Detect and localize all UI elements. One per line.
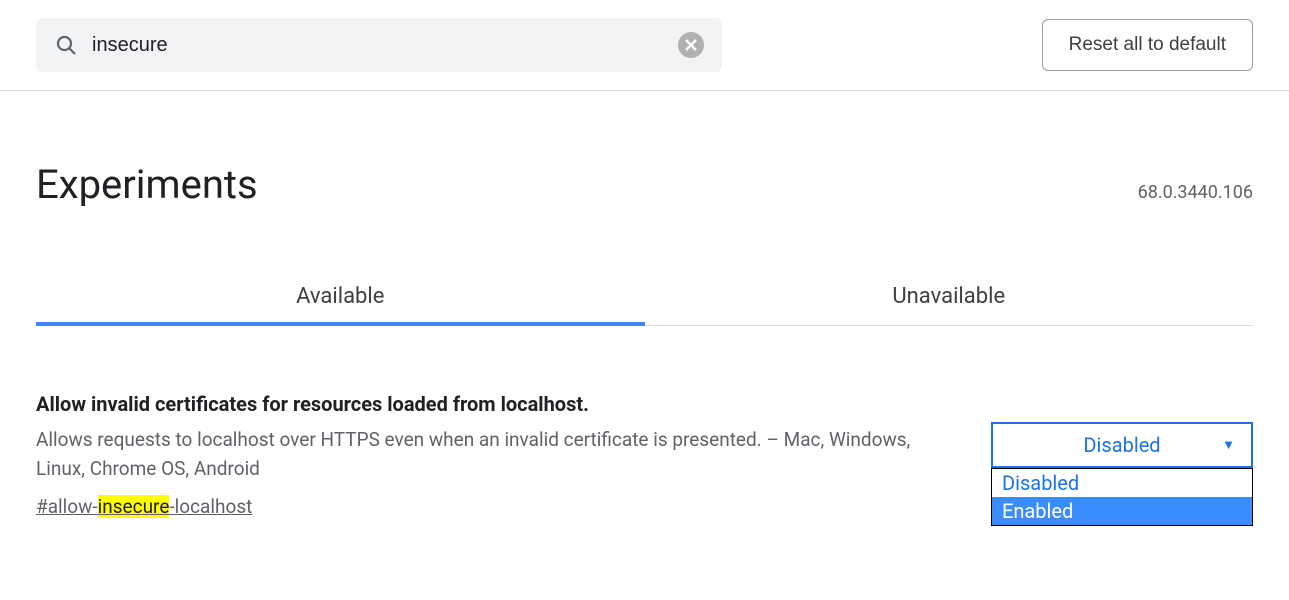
- search-icon: [54, 33, 78, 57]
- page-header: Experiments 68.0.3440.106: [36, 161, 1253, 208]
- search-input[interactable]: [92, 34, 664, 57]
- version-label: 68.0.3440.106: [1138, 182, 1253, 203]
- flag-title: Allow invalid certificates for resources…: [36, 392, 951, 416]
- flag-select[interactable]: Disabled ▼: [991, 422, 1253, 468]
- option-disabled[interactable]: Disabled: [992, 469, 1252, 497]
- slug-suffix: -localhost: [169, 495, 252, 518]
- reset-all-button[interactable]: Reset all to default: [1042, 19, 1253, 71]
- page-title: Experiments: [36, 161, 258, 208]
- flag-slug[interactable]: #allow-insecure-localhost: [36, 495, 951, 518]
- flag-select-value: Disabled: [1083, 433, 1160, 457]
- chevron-down-icon: ▼: [1222, 437, 1235, 453]
- tab-unavailable[interactable]: Unavailable: [645, 268, 1254, 325]
- tab-available[interactable]: Available: [36, 268, 645, 325]
- search-container: [36, 18, 722, 72]
- tabs: Available Unavailable: [36, 268, 1253, 326]
- flag-description: Allows requests to localhost over HTTPS …: [36, 426, 951, 483]
- content: Experiments 68.0.3440.106 Available Unav…: [0, 91, 1289, 518]
- slug-prefix: #allow-: [36, 495, 98, 518]
- clear-search-icon[interactable]: [678, 32, 704, 58]
- flag-dropdown: Disabled Enabled: [991, 468, 1253, 526]
- top-bar: Reset all to default: [0, 0, 1289, 91]
- option-enabled[interactable]: Enabled: [992, 497, 1252, 525]
- flag-control: Disabled ▼ Disabled Enabled: [991, 422, 1253, 468]
- slug-highlight: insecure: [98, 495, 170, 518]
- flag-text: Allow invalid certificates for resources…: [36, 392, 951, 518]
- flag-row: Allow invalid certificates for resources…: [36, 392, 1253, 518]
